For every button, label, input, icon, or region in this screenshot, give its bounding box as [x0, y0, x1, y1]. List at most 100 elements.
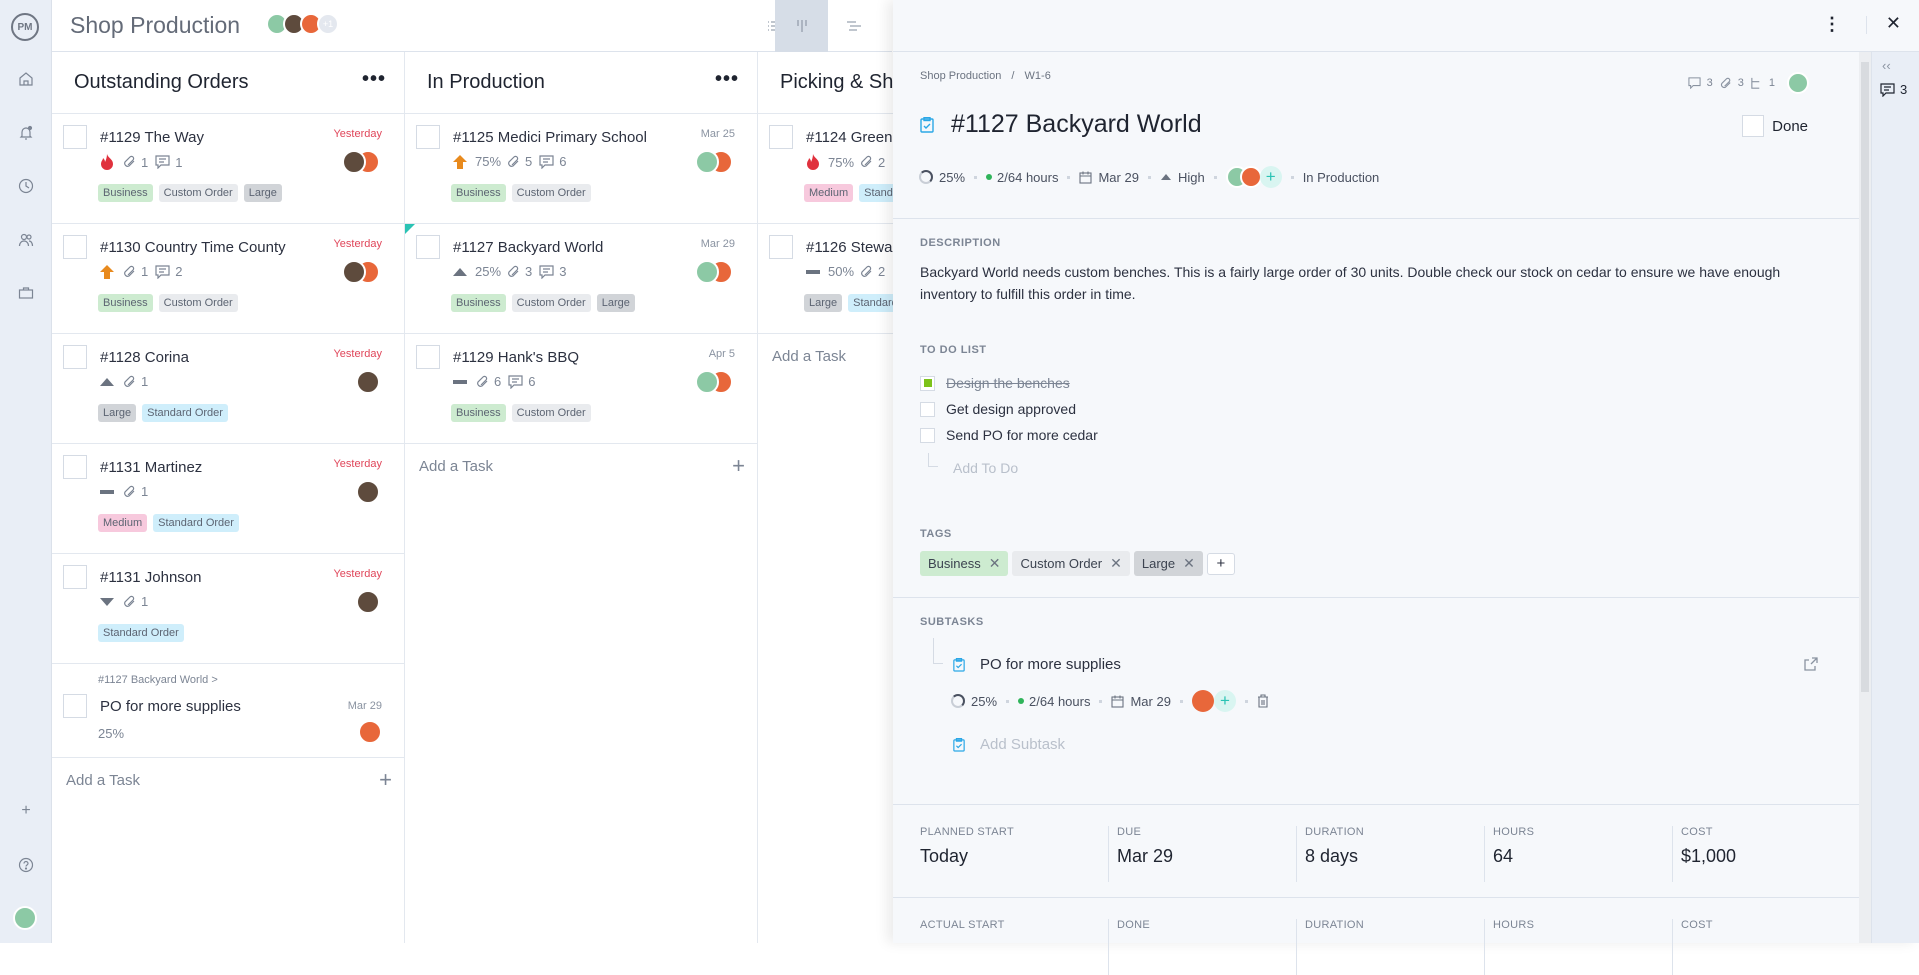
- stat-duration[interactable]: DURATION 8 days: [1296, 826, 1484, 882]
- subtask-due-date[interactable]: Mar 29: [1130, 694, 1170, 709]
- task-checkbox[interactable]: [63, 235, 87, 259]
- description-text[interactable]: Backyard World needs custom benches. Thi…: [920, 261, 1840, 305]
- open-subtask-button[interactable]: [1803, 656, 1819, 677]
- task-checkbox[interactable]: [63, 125, 87, 149]
- subtask-card[interactable]: #1127 Backyard World > PO for more suppl…: [52, 664, 404, 758]
- member-avatars[interactable]: +1: [266, 13, 346, 39]
- stat-cost[interactable]: COST: [1672, 919, 1860, 975]
- remove-tag-icon[interactable]: ✕: [1183, 555, 1195, 572]
- tag[interactable]: Custom Order: [158, 294, 238, 312]
- task-status[interactable]: In Production: [1303, 170, 1380, 185]
- todo-checkbox[interactable]: [920, 375, 935, 391]
- tag[interactable]: Business: [451, 404, 506, 422]
- tag[interactable]: Custom Order ✕: [1012, 551, 1130, 576]
- task-checkbox[interactable]: [416, 125, 440, 149]
- task-card[interactable]: #1127 Backyard World Mar 29 25% 3 3 Business C…: [405, 224, 757, 334]
- subtask-hours[interactable]: 2/64 hours: [1029, 694, 1090, 709]
- people-icon[interactable]: [15, 229, 37, 251]
- task-checkbox[interactable]: [63, 455, 87, 479]
- add-task-button[interactable]: Add a Task +: [52, 758, 404, 804]
- todo-checkbox[interactable]: [920, 427, 935, 443]
- todo-item[interactable]: Design the benches: [920, 370, 1098, 396]
- stat-duration[interactable]: DURATION: [1296, 919, 1484, 975]
- add-icon[interactable]: +: [15, 800, 37, 822]
- clock-icon[interactable]: [15, 175, 37, 197]
- stat-actual-start[interactable]: ACTUAL START: [920, 919, 1108, 975]
- task-priority[interactable]: High: [1178, 170, 1205, 185]
- parent-task-link[interactable]: #1127 Backyard World >: [98, 674, 218, 686]
- detail-scrollbar[interactable]: [1859, 52, 1871, 943]
- tag[interactable]: Business: [98, 294, 153, 312]
- expand-rail-button[interactable]: ‹‹: [1882, 58, 1891, 73]
- task-checkbox[interactable]: [416, 235, 440, 259]
- subtask-progress[interactable]: 25%: [971, 694, 997, 709]
- subtask-row[interactable]: PO for more supplies: [953, 656, 1121, 673]
- add-subtask-row[interactable]: Add Subtask: [953, 736, 1065, 753]
- task-card[interactable]: #1125 Medici Primary School Mar 25 75% 5 6 Bu…: [405, 114, 757, 224]
- task-checkbox[interactable]: [63, 565, 87, 589]
- tag[interactable]: Large: [243, 184, 282, 202]
- add-task-button[interactable]: Add a Task +: [405, 444, 757, 490]
- tag[interactable]: Standard Order: [153, 514, 239, 532]
- todo-item[interactable]: Send PO for more cedar: [920, 422, 1098, 448]
- task-due-date[interactable]: Mar 29: [1098, 170, 1138, 185]
- stat-done[interactable]: DONE: [1108, 919, 1296, 975]
- owner-avatar[interactable]: [1787, 72, 1809, 94]
- tag[interactable]: Medium: [98, 514, 148, 532]
- assignees[interactable]: +: [1225, 166, 1282, 188]
- task-title[interactable]: #1127 Backyard World: [951, 110, 1202, 139]
- tag[interactable]: Custom Order: [511, 294, 591, 312]
- remove-tag-icon[interactable]: ✕: [1110, 555, 1122, 572]
- add-tag-button[interactable]: +: [1206, 552, 1235, 575]
- plus-icon[interactable]: +: [379, 767, 392, 793]
- tag[interactable]: Business ✕: [920, 551, 1009, 576]
- notifications-icon[interactable]: [15, 122, 37, 144]
- subtask-title[interactable]: PO for more supplies: [980, 656, 1121, 673]
- plus-icon[interactable]: +: [732, 453, 745, 479]
- task-checkbox[interactable]: [769, 125, 793, 149]
- gantt-view-button[interactable]: [828, 0, 880, 52]
- stat-due[interactable]: DUE Mar 29: [1108, 826, 1296, 882]
- task-card[interactable]: #1131 Martinez Yesterday 1 Medium Standard O…: [52, 444, 404, 554]
- add-assignee-button[interactable]: +: [1259, 166, 1282, 188]
- tag[interactable]: Large: [596, 294, 635, 312]
- tag[interactable]: Large ✕: [1133, 551, 1203, 576]
- tag[interactable]: Standard Order: [98, 624, 184, 642]
- tag[interactable]: Standard Order: [142, 404, 228, 422]
- task-card[interactable]: #1129 Hank's BBQ Apr 5 6 6 Business Custom Or…: [405, 334, 757, 444]
- stat-cost[interactable]: COST $1,000: [1672, 826, 1860, 882]
- tag[interactable]: Medium: [804, 184, 854, 202]
- breadcrumb-task-id[interactable]: W1-6: [1025, 70, 1051, 82]
- tag[interactable]: Business: [98, 184, 153, 202]
- tag[interactable]: Business: [451, 184, 506, 202]
- column-menu-button[interactable]: •••: [715, 68, 739, 91]
- todo-item[interactable]: Get design approved: [920, 396, 1098, 422]
- task-card[interactable]: #1131 Johnson Yesterday 1 Standard Order: [52, 554, 404, 664]
- task-checkbox[interactable]: [416, 345, 440, 369]
- tag[interactable]: Custom Order: [511, 404, 591, 422]
- board-view-button[interactable]: [775, 0, 828, 52]
- close-button[interactable]: ✕: [1886, 13, 1901, 34]
- task-hours[interactable]: 2/64 hours: [997, 170, 1058, 185]
- tag[interactable]: Business: [451, 294, 506, 312]
- stat-hours[interactable]: HOURS: [1484, 919, 1672, 975]
- help-icon[interactable]: [15, 854, 37, 876]
- tag[interactable]: Large: [804, 294, 843, 312]
- task-card[interactable]: #1129 The Way Yesterday 1 1 Business Custom O…: [52, 114, 404, 224]
- more-options-button[interactable]: ⋮: [1823, 14, 1841, 35]
- breadcrumb-project[interactable]: Shop Production: [920, 70, 1001, 82]
- column-menu-button[interactable]: •••: [362, 68, 386, 91]
- pm-logo[interactable]: PM: [11, 13, 39, 41]
- add-assignee-button[interactable]: +: [1213, 690, 1236, 712]
- done-checkbox[interactable]: [1742, 115, 1765, 137]
- task-progress[interactable]: 25%: [939, 170, 965, 185]
- tag[interactable]: Custom Order: [158, 184, 238, 202]
- stat-planned-start[interactable]: PLANNED START Today: [920, 826, 1108, 882]
- home-icon[interactable]: [15, 68, 37, 90]
- todo-checkbox[interactable]: [920, 401, 935, 417]
- tag[interactable]: Large: [98, 404, 137, 422]
- add-todo-input[interactable]: Add To Do: [953, 460, 1018, 476]
- task-card[interactable]: #1130 Country Time County Yesterday 1 2 Busi…: [52, 224, 404, 334]
- task-card[interactable]: #1128 Corina Yesterday 1 Large Standard Orde…: [52, 334, 404, 444]
- rail-comments-button[interactable]: 3: [1880, 82, 1907, 97]
